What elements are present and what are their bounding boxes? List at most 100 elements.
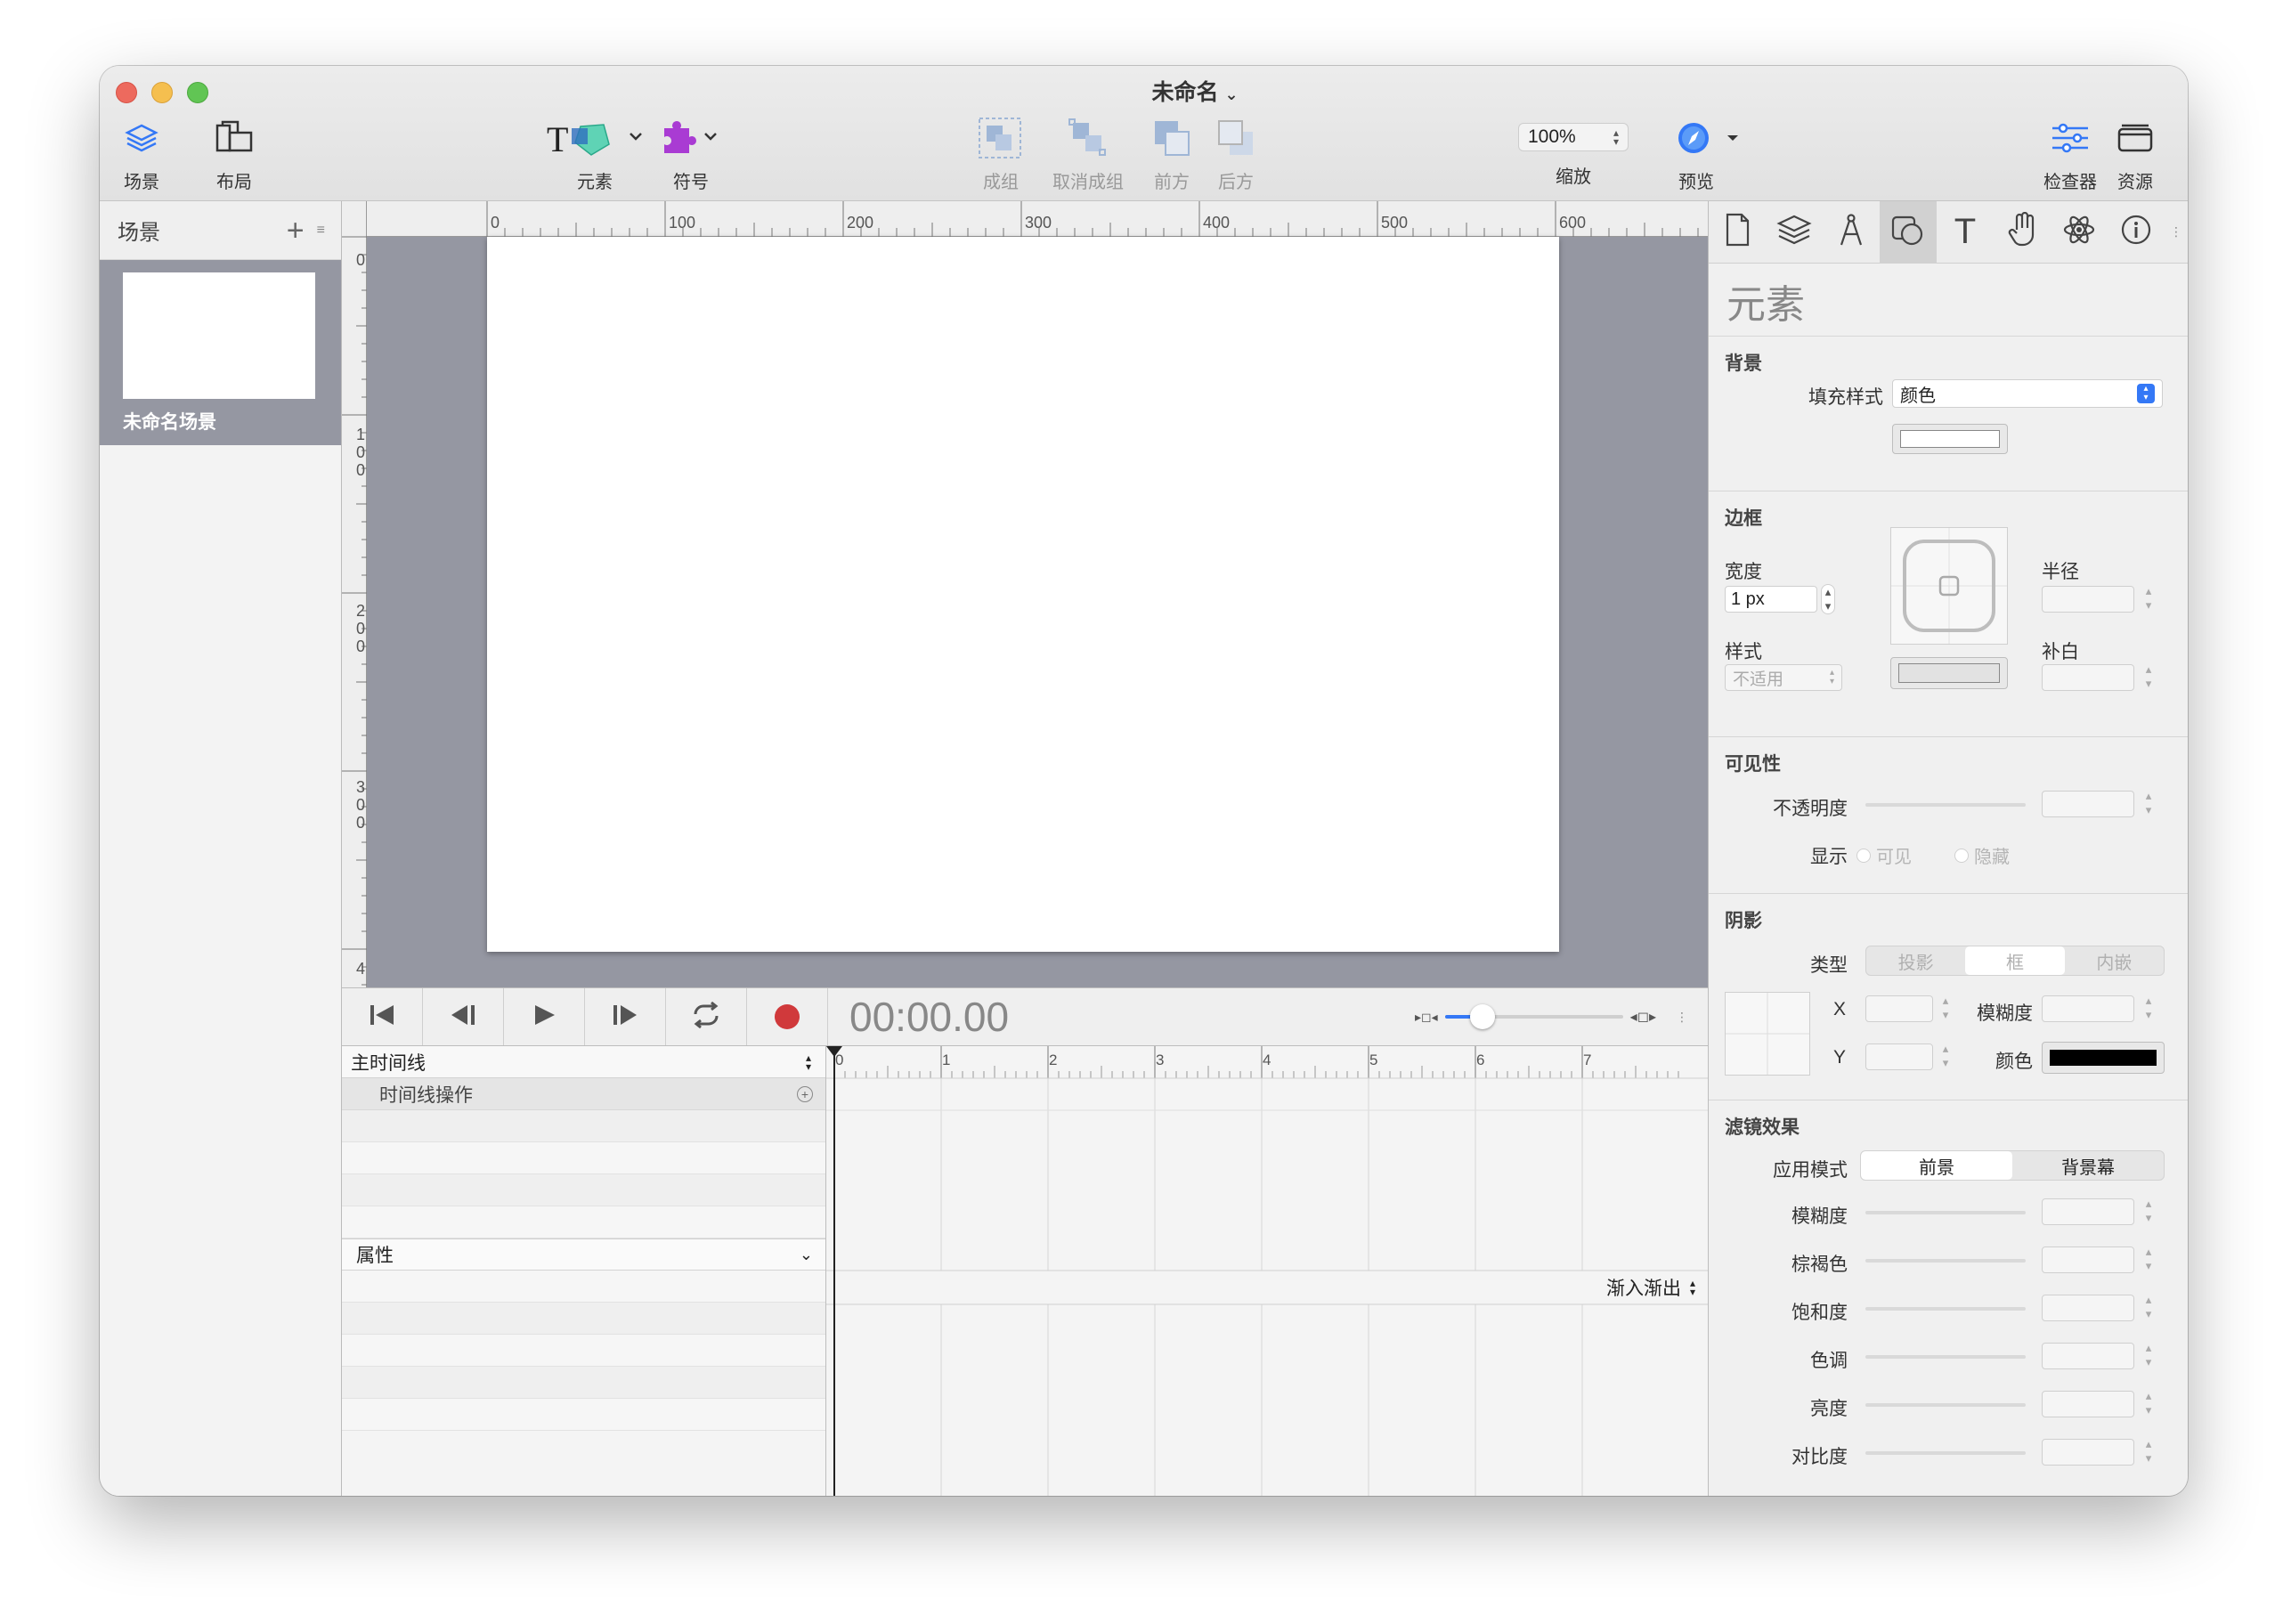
display-visible-radio[interactable]: 可见	[1856, 842, 1912, 868]
opacity-label: 不透明度	[1773, 799, 1848, 819]
filter-sepia-field[interactable]	[2042, 1246, 2134, 1273]
apply-mode-backdrop[interactable]: 背景幕	[2012, 1151, 2164, 1180]
filter-sepia-stepper[interactable]: ▴ ▾	[2141, 1245, 2156, 1275]
timeline-zoom-slider[interactable]: ▸◻◂ ◂◻▸ ⋮	[1415, 1004, 1688, 1029]
tab-element[interactable]	[1880, 200, 1937, 264]
filter-contrast-field[interactable]	[2042, 1439, 2134, 1466]
shadow-blur-field[interactable]	[2042, 995, 2134, 1022]
border-width-stepper[interactable]: ▴ ▾	[1821, 584, 1835, 614]
tab-identity[interactable]	[2108, 201, 2165, 264]
drag-handle-icon[interactable]: ⋮	[2170, 224, 2182, 240]
opacity-stepper[interactable]: ▴ ▾	[2141, 789, 2156, 819]
filter-contrast-stepper[interactable]: ▴ ▾	[2141, 1437, 2156, 1467]
padding-field[interactable]	[2042, 664, 2134, 691]
shadow-type-segmented[interactable]: 投影 框 内嵌	[1865, 946, 2165, 976]
add-action-icon[interactable]: +	[797, 1085, 813, 1102]
shadow-x-field[interactable]	[1865, 995, 1933, 1022]
canvas-area[interactable]: 0 100 200 300 400 500 600 0 1 0 0 2 0 0 …	[342, 201, 1708, 987]
inspector-button[interactable]: 检查器	[2039, 112, 2101, 193]
tab-text[interactable]: T	[1937, 201, 1994, 264]
layout-label: 布局	[216, 173, 252, 192]
filter-hue-field[interactable]	[2042, 1343, 2134, 1369]
slider-knob[interactable]	[1469, 1004, 1495, 1029]
filter-brightness-field[interactable]	[2042, 1391, 2134, 1417]
ungroup-label: 取消成组	[1052, 173, 1124, 192]
filter-saturation-stepper[interactable]: ▴ ▾	[2141, 1293, 2156, 1323]
play-button[interactable]	[504, 988, 585, 1045]
filter-blur-stepper[interactable]: ▴ ▾	[2141, 1197, 2156, 1227]
main-timeline-selector[interactable]: 主时间线 ▴ ▾	[342, 1046, 825, 1078]
shadow-offset-pad[interactable]	[1725, 992, 1810, 1076]
scene-canvas[interactable]	[487, 237, 1559, 952]
step-back-button[interactable]	[423, 988, 504, 1045]
tab-metrics[interactable]	[1823, 201, 1880, 264]
resources-button[interactable]: 资源	[2108, 112, 2162, 193]
border-sides-selector[interactable]	[1890, 527, 2008, 645]
drag-handle-icon[interactable]: ≡	[317, 223, 325, 237]
shadow-y-field[interactable]	[1865, 1043, 1933, 1070]
zoom-field[interactable]: 100% ▴ ▾	[1518, 123, 1629, 151]
window-title[interactable]: 未命名 ⌄	[1106, 75, 1284, 107]
shadow-y-stepper[interactable]: ▴ ▾	[1938, 1042, 1953, 1072]
zoom-window-button[interactable]	[187, 82, 208, 103]
fill-color-well[interactable]	[1892, 424, 2008, 454]
filter-saturation-field[interactable]	[2042, 1295, 2134, 1321]
shadow-type-inset[interactable]: 内嵌	[2065, 946, 2164, 975]
shadow-type-drop[interactable]: 投影	[1866, 946, 1965, 975]
tab-scene[interactable]	[1766, 201, 1823, 264]
opacity-slider[interactable]	[1865, 803, 2026, 807]
filter-sepia-slider[interactable]	[1865, 1259, 2026, 1263]
layout-button[interactable]: 布局	[210, 112, 258, 193]
border-color-well[interactable]	[1890, 657, 2008, 689]
filter-saturation-slider[interactable]	[1865, 1307, 2026, 1311]
scene-button[interactable]: 场景	[118, 112, 166, 193]
tab-physics[interactable]	[2051, 201, 2108, 264]
radius-field[interactable]	[2042, 586, 2134, 613]
loop-button[interactable]	[666, 988, 747, 1045]
filter-blur-field[interactable]	[2042, 1198, 2134, 1225]
filter-brightness-slider[interactable]	[1865, 1403, 2026, 1407]
playhead[interactable]	[833, 1046, 835, 1496]
timeline-grid[interactable]: 0 1 2 3 4 5 6 7 渐入渐出 ▴ ▾	[826, 1046, 1708, 1496]
padding-stepper[interactable]: ▴ ▾	[2141, 662, 2156, 693]
element-button[interactable]: T 元素	[541, 112, 648, 193]
close-window-button[interactable]	[116, 82, 137, 103]
time-tick-label: 4	[1263, 1052, 1271, 1068]
border-width-field[interactable]: 1 px	[1725, 586, 1817, 613]
ungroup-button[interactable]: 取消成组	[1044, 112, 1133, 193]
opacity-field[interactable]	[2042, 791, 2134, 817]
properties-header[interactable]: 属性 ⌄	[342, 1238, 825, 1271]
add-scene-icon[interactable]: +	[287, 215, 305, 246]
send-back-button[interactable]: 后方	[1209, 112, 1263, 193]
bring-front-button[interactable]: 前方	[1145, 112, 1198, 193]
easing-selector[interactable]: 渐入渐出 ▴ ▾	[1606, 1274, 1695, 1301]
filter-blur-slider[interactable]	[1865, 1211, 2026, 1214]
fill-style-select[interactable]: 颜色 ▴ ▾	[1892, 379, 2163, 408]
border-style-select[interactable]: 不适用 ▴ ▾	[1725, 664, 1842, 691]
timeline-actions-row[interactable]: 时间线操作 +	[342, 1078, 825, 1110]
preview-button[interactable]: 预览	[1669, 112, 1754, 193]
apply-mode-foreground[interactable]: 前景	[1861, 1151, 2012, 1180]
filter-hue-stepper[interactable]: ▴ ▾	[2141, 1341, 2156, 1371]
shadow-type-box[interactable]: 框	[1965, 946, 2065, 975]
symbol-button[interactable]: 符号	[655, 112, 727, 193]
record-button[interactable]	[747, 988, 828, 1045]
tab-actions[interactable]	[1994, 201, 2051, 264]
playhead-handle[interactable]	[826, 1046, 842, 1057]
filter-brightness-stepper[interactable]: ▴ ▾	[2141, 1389, 2156, 1419]
shadow-color-well[interactable]	[2042, 1042, 2165, 1074]
go-to-start-button[interactable]	[342, 988, 423, 1045]
shadow-blur-stepper[interactable]: ▴ ▾	[2141, 994, 2156, 1024]
display-hidden-radio[interactable]: 隐藏	[1954, 842, 2010, 868]
filter-contrast-slider[interactable]	[1865, 1451, 2026, 1455]
apply-mode-segmented[interactable]: 前景 背景幕	[1860, 1150, 2165, 1181]
scene-item[interactable]: 未命名场景	[100, 260, 341, 445]
group-button[interactable]: 成组	[974, 112, 1028, 193]
shadow-x-stepper[interactable]: ▴ ▾	[1938, 994, 1953, 1024]
minimize-window-button[interactable]	[151, 82, 173, 103]
tab-document[interactable]	[1709, 201, 1766, 264]
drag-handle-icon[interactable]: ⋮	[1676, 1010, 1688, 1025]
filter-hue-slider[interactable]	[1865, 1355, 2026, 1359]
step-forward-button[interactable]	[585, 988, 666, 1045]
radius-stepper[interactable]: ▴ ▾	[2141, 584, 2156, 614]
